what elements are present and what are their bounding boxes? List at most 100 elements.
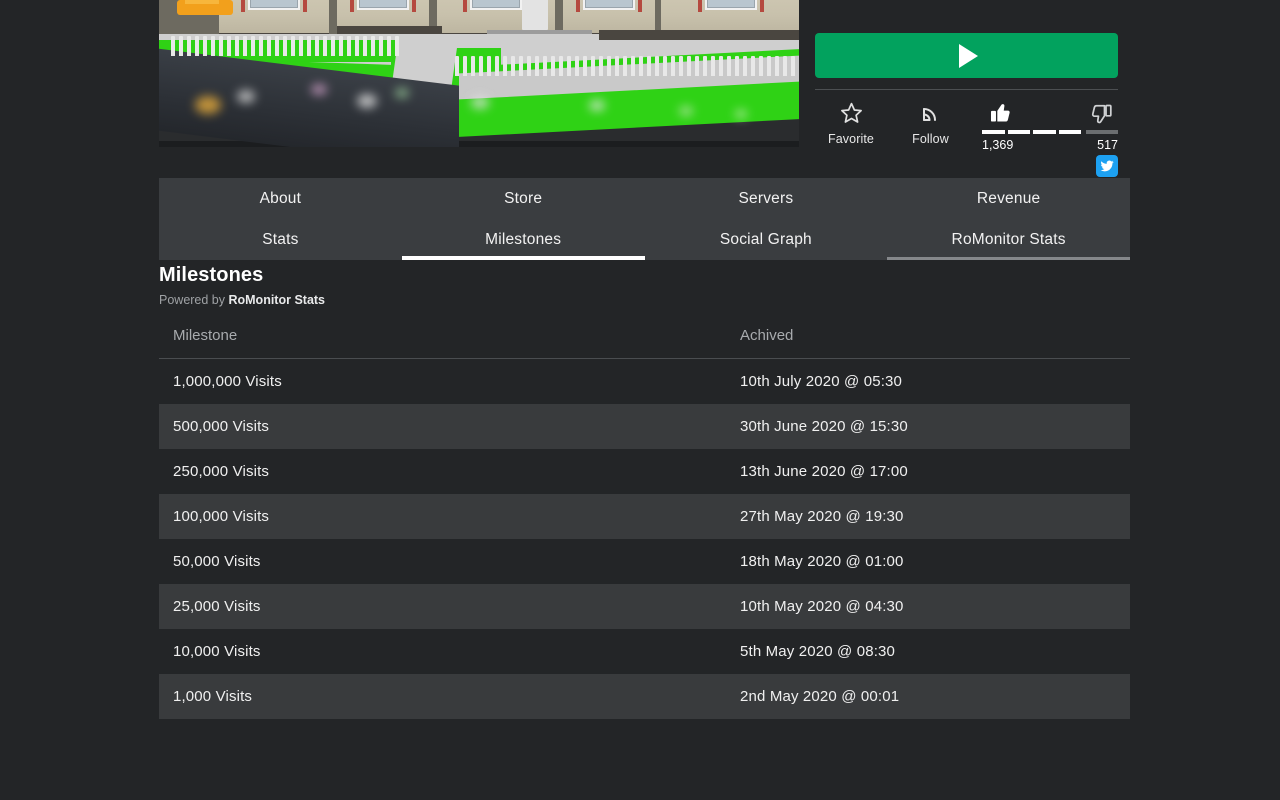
cell-achieved: 5th May 2020 @ 08:30 bbox=[329, 629, 1130, 674]
milestones-table: Milestone Achived 1,000,000 Visits10th J… bbox=[159, 327, 1130, 719]
thumbs-up-icon[interactable] bbox=[982, 100, 1050, 126]
tab-store-label: Store bbox=[504, 190, 542, 208]
thumbnail-light-blob bbox=[357, 94, 377, 108]
table-header-row: Milestone Achived bbox=[159, 327, 1130, 359]
thumbnail-car-roof bbox=[185, 0, 219, 4]
dislike-count: 517 bbox=[1097, 138, 1118, 152]
cell-achieved: 10th May 2020 @ 04:30 bbox=[329, 584, 1130, 629]
play-button[interactable] bbox=[815, 33, 1118, 78]
thumbnail-window bbox=[705, 0, 757, 10]
column-header-milestone: Milestone bbox=[159, 327, 329, 359]
table-row: 25,000 Visits10th May 2020 @ 04:30 bbox=[159, 584, 1130, 629]
table-body: 1,000,000 Visits10th July 2020 @ 05:3050… bbox=[159, 359, 1130, 720]
cell-milestone: 500,000 Visits bbox=[159, 404, 329, 449]
vote-icons bbox=[982, 100, 1118, 126]
tab-milestones[interactable]: Milestones bbox=[402, 219, 645, 260]
cell-achieved: 10th July 2020 @ 05:30 bbox=[329, 359, 1130, 405]
game-thumbnail[interactable] bbox=[159, 0, 799, 147]
top-area: Favorite Follow bbox=[0, 0, 1280, 178]
tab-row-1: About Store Servers Revenue bbox=[159, 178, 1130, 219]
thumbnail-window-jamb bbox=[350, 0, 354, 12]
star-outline-icon bbox=[839, 100, 864, 126]
tab-social-graph[interactable]: Social Graph bbox=[645, 219, 888, 260]
thumbnail-plinth bbox=[599, 30, 799, 40]
like-count: 1,369 bbox=[982, 138, 1013, 152]
twitter-icon[interactable] bbox=[1096, 155, 1118, 177]
thumbnail-window-jamb bbox=[463, 0, 467, 12]
action-row: Favorite Follow bbox=[815, 100, 1118, 152]
thumbnail-window-jamb bbox=[760, 0, 764, 12]
thumbnail-window bbox=[357, 0, 409, 10]
tab-store[interactable]: Store bbox=[402, 178, 645, 219]
table-row: 10,000 Visits5th May 2020 @ 08:30 bbox=[159, 629, 1130, 674]
thumbs-down-icon[interactable] bbox=[1050, 100, 1118, 126]
cell-milestone: 1,000 Visits bbox=[159, 674, 329, 719]
thumbnail-plinth bbox=[337, 26, 442, 34]
thumbnail-window-jamb bbox=[576, 0, 580, 12]
cell-achieved: 27th May 2020 @ 19:30 bbox=[329, 494, 1130, 539]
vote-section: 1,369 517 bbox=[974, 100, 1118, 152]
cell-milestone: 1,000,000 Visits bbox=[159, 359, 329, 405]
cell-milestone: 25,000 Visits bbox=[159, 584, 329, 629]
tab-row-2: Stats Milestones Social Graph RoMonitor … bbox=[159, 219, 1130, 260]
favorite-label: Favorite bbox=[828, 132, 874, 146]
table-row: 1,000,000 Visits10th July 2020 @ 05:30 bbox=[159, 359, 1130, 405]
powered-by-credit: Powered by RoMonitor Stats bbox=[159, 293, 1130, 307]
column-header-achieved: Achived bbox=[329, 327, 1130, 359]
thumbnail-window bbox=[248, 0, 300, 10]
tab-stats[interactable]: Stats bbox=[159, 219, 402, 260]
tab-about[interactable]: About bbox=[159, 178, 402, 219]
action-panel: Favorite Follow bbox=[815, 33, 1118, 152]
thumbnail-light-blob bbox=[237, 90, 255, 103]
vote-counts: 1,369 517 bbox=[982, 138, 1118, 152]
table-row: 50,000 Visits18th May 2020 @ 01:00 bbox=[159, 539, 1130, 584]
vote-ratio-bar bbox=[982, 130, 1118, 134]
tab-milestones-label: Milestones bbox=[485, 231, 561, 249]
follow-button[interactable]: Follow bbox=[887, 100, 974, 146]
table-row: 1,000 Visits2nd May 2020 @ 00:01 bbox=[159, 674, 1130, 719]
thumbnail-fence bbox=[171, 36, 401, 56]
favorite-button[interactable]: Favorite bbox=[815, 100, 887, 146]
tab-stats-label: Stats bbox=[262, 231, 298, 249]
thumbnail-light-blob bbox=[395, 88, 409, 98]
cell-milestone: 100,000 Visits bbox=[159, 494, 329, 539]
thumbnail-light-blob bbox=[195, 96, 221, 114]
thumbnail-light-blob bbox=[471, 96, 489, 109]
action-divider bbox=[815, 89, 1118, 90]
tab-about-label: About bbox=[260, 190, 302, 208]
tab-bar: About Store Servers Revenue Stats Milest… bbox=[159, 178, 1130, 260]
table-row: 500,000 Visits30th June 2020 @ 15:30 bbox=[159, 404, 1130, 449]
thumbnail-window bbox=[470, 0, 522, 10]
thumbnail-window-jamb bbox=[638, 0, 642, 12]
thumbnail-house bbox=[219, 0, 329, 38]
tab-romonitor-stats-label: RoMonitor Stats bbox=[952, 231, 1066, 249]
powered-by-brand: RoMonitor Stats bbox=[228, 293, 325, 307]
thumbnail-window-jamb bbox=[412, 0, 416, 12]
powered-by-prefix: Powered by bbox=[159, 293, 228, 307]
rss-signal-icon bbox=[919, 100, 943, 126]
tab-revenue-label: Revenue bbox=[977, 190, 1040, 208]
cell-milestone: 10,000 Visits bbox=[159, 629, 329, 674]
tab-servers-label: Servers bbox=[738, 190, 793, 208]
play-triangle-icon bbox=[959, 44, 978, 68]
page-title: Milestones bbox=[159, 264, 1130, 287]
milestones-section: Milestones Powered by RoMonitor Stats Mi… bbox=[159, 264, 1130, 719]
thumbnail-window-jamb bbox=[303, 0, 307, 12]
cell-achieved: 2nd May 2020 @ 00:01 bbox=[329, 674, 1130, 719]
thumbnail-light-blob bbox=[679, 106, 693, 116]
tab-social-graph-label: Social Graph bbox=[720, 231, 812, 249]
table-row: 100,000 Visits27th May 2020 @ 19:30 bbox=[159, 494, 1130, 539]
thumbnail-door bbox=[522, 0, 548, 30]
follow-label: Follow bbox=[912, 132, 949, 146]
thumbnail-window bbox=[583, 0, 635, 10]
tab-romonitor-stats[interactable]: RoMonitor Stats bbox=[887, 219, 1130, 260]
thumbnail-window-jamb bbox=[241, 0, 245, 12]
cell-achieved: 13th June 2020 @ 17:00 bbox=[329, 449, 1130, 494]
cell-achieved: 30th June 2020 @ 15:30 bbox=[329, 404, 1130, 449]
cell-milestone: 50,000 Visits bbox=[159, 539, 329, 584]
cell-milestone: 250,000 Visits bbox=[159, 449, 329, 494]
tab-servers[interactable]: Servers bbox=[645, 178, 888, 219]
thumbnail-fence bbox=[455, 56, 799, 76]
thumbnail-window-jamb bbox=[698, 0, 702, 12]
tab-revenue[interactable]: Revenue bbox=[887, 178, 1130, 219]
